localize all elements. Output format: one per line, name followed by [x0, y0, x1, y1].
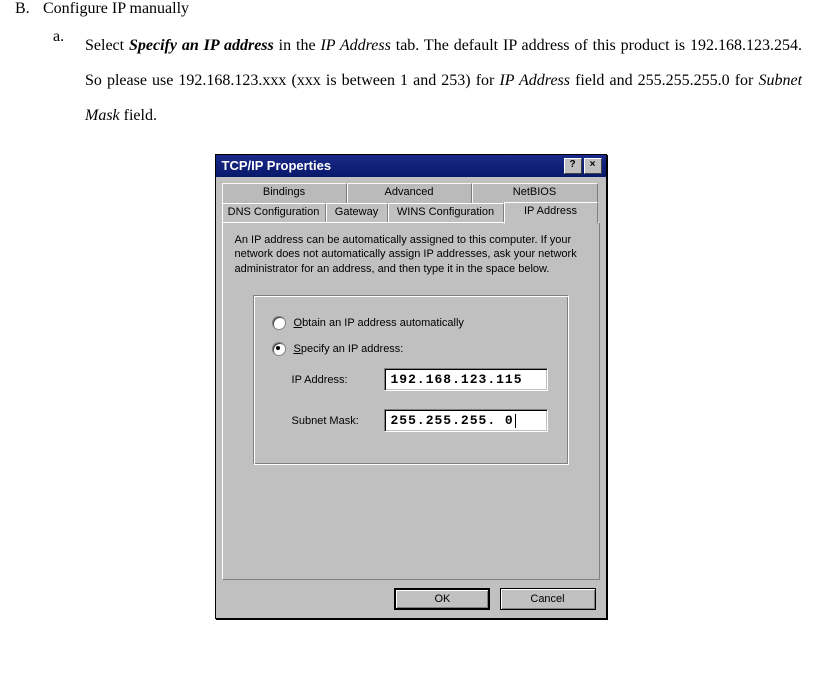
section-b-heading: B. Configure IP manually — [15, 0, 806, 18]
t: Sub — [292, 415, 312, 427]
u: O — [294, 317, 303, 329]
radio-specify-row[interactable]: Specify an IP address: — [272, 342, 556, 356]
close-icon[interactable]: × — [584, 158, 602, 174]
t: P Address: — [295, 374, 348, 386]
tab-panel-ip: An IP address can be automatically assig… — [222, 222, 600, 580]
tcpip-properties-dialog: TCP/IP Properties ? × BindingsAdvancedNe… — [215, 154, 607, 619]
ip-address-value: 192.168.123.115 — [391, 372, 523, 387]
section-b-title: Configure IP manually — [43, 0, 189, 18]
tab-netbios[interactable]: NetBIOS — [472, 183, 598, 203]
ip-address-input[interactable]: 192.168.123.115 — [384, 368, 548, 391]
radio-obtain-label: Obtain an IP address automatically — [294, 317, 464, 329]
ip-address-label: IP Address: — [292, 374, 384, 386]
radio-obtain[interactable] — [272, 316, 286, 330]
tab-row-front: DNS ConfigurationGatewayWINS Configurati… — [222, 202, 600, 222]
tab-bindings[interactable]: Bindings — [222, 183, 347, 203]
subnet-mask-value: 255.255.255. 0 — [391, 413, 514, 428]
step-a-marker: a. — [15, 28, 85, 134]
t-strong: Specify an IP address — [129, 37, 274, 54]
step-a: a. Select Specify an IP address in the I… — [15, 28, 806, 134]
t: field and 255.255.255.0 for — [570, 72, 758, 89]
t: Select — [85, 37, 129, 54]
dialog-title: TCP/IP Properties — [222, 158, 562, 173]
tab-ip-address[interactable]: IP Address — [504, 202, 598, 224]
t-ital: IP Address — [320, 37, 390, 54]
radio-obtain-row[interactable]: Obtain an IP address automatically — [272, 316, 556, 330]
t: btain an IP address automatically — [302, 317, 464, 329]
text-caret-icon — [515, 414, 516, 428]
subnet-mask-input[interactable]: 255.255.255. 0 — [384, 409, 548, 432]
subnet-mask-label: Subnet Mask: — [292, 415, 384, 427]
tab-row-back: BindingsAdvancedNetBIOS — [222, 183, 600, 203]
t: pecify an IP address: — [301, 343, 404, 355]
radio-specify-label: Specify an IP address: — [294, 343, 404, 355]
step-a-text: Select Specify an IP address in the IP A… — [85, 28, 806, 134]
t: field. — [120, 107, 157, 124]
u: S — [294, 343, 301, 355]
ip-mode-group: Obtain an IP address automatically Speci… — [253, 295, 569, 465]
tab-dns[interactable]: DNS Configuration — [222, 203, 326, 223]
tab-advanced[interactable]: Advanced — [347, 183, 472, 203]
ip-address-row: IP Address: 192.168.123.115 — [292, 368, 556, 391]
tab-wins[interactable]: WINS Configuration — [388, 203, 504, 223]
t: et Mask: — [317, 415, 359, 427]
help-icon[interactable]: ? — [564, 158, 582, 174]
section-b-marker: B. — [15, 0, 43, 18]
tab-gateway[interactable]: Gateway — [326, 203, 388, 223]
subnet-mask-row: Subnet Mask: 255.255.255. 0 — [292, 409, 556, 432]
titlebar[interactable]: TCP/IP Properties ? × — [215, 154, 607, 177]
radio-specify[interactable] — [272, 342, 286, 356]
button-bar: OK Cancel — [222, 580, 600, 610]
cancel-button[interactable]: Cancel — [500, 588, 596, 610]
t: in the — [274, 37, 321, 54]
t-ital: IP Address — [499, 72, 570, 89]
help-text: An IP address can be automatically assig… — [235, 233, 587, 278]
ok-button[interactable]: OK — [394, 588, 490, 610]
